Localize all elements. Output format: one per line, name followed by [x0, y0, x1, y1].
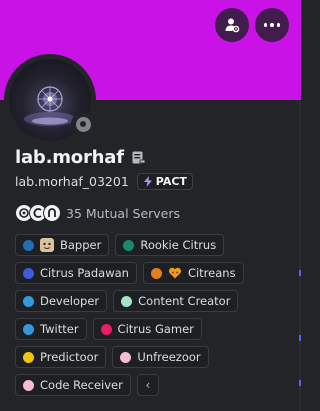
role-pill[interactable]: Predictoor [15, 346, 107, 368]
role-pill[interactable]: Developer [15, 290, 108, 312]
role-color-dot [23, 351, 34, 363]
role-label: Predictoor [40, 350, 99, 364]
role-color-dot [23, 239, 34, 251]
scroll-marker [299, 270, 301, 276]
role-label: Developer [40, 294, 100, 308]
role-pill[interactable]: Citrus Padawan [15, 262, 137, 284]
status-indicator [71, 112, 95, 136]
role-color-dot [23, 323, 34, 335]
face-emoji-icon [40, 238, 54, 252]
role-color-dot [100, 323, 112, 335]
server-tag[interactable]: PACT [136, 173, 193, 190]
role-pill[interactable]: Bapper [15, 234, 110, 256]
scroll-marker [299, 335, 301, 341]
more-options-button[interactable] [255, 8, 289, 42]
role-pill[interactable]: Code Receiver [15, 374, 131, 396]
mutual-server-icons [15, 204, 61, 222]
chevron-left-icon: ‹ [145, 378, 151, 392]
note-icon[interactable] [132, 151, 146, 164]
username[interactable]: lab.morhaf_03201 [15, 174, 129, 189]
server-tag-label: PACT [155, 175, 187, 188]
server-icon-3 [43, 204, 61, 222]
offline-status-icon [75, 116, 91, 132]
scrollbar-track[interactable] [299, 100, 301, 411]
role-color-dot [23, 295, 34, 307]
role-label: Twitter [40, 322, 79, 336]
user-settings-icon [225, 18, 240, 33]
role-label: Bapper [60, 238, 102, 252]
collapse-roles-button[interactable]: ‹ [136, 374, 159, 396]
name-row: lab.morhaf [15, 147, 146, 168]
role-color-dot [150, 267, 162, 279]
lightning-icon [143, 176, 152, 187]
role-pill[interactable]: Content Creator [113, 290, 239, 312]
role-color-dot [23, 379, 34, 391]
role-label: Content Creator [138, 294, 231, 308]
heart-emoji-icon [168, 267, 181, 279]
mutual-servers[interactable]: 35 Mutual Servers [15, 204, 180, 222]
role-pill[interactable]: Twitter [15, 318, 87, 340]
display-name: lab.morhaf [15, 147, 124, 168]
role-pill[interactable]: Unfreezoor [112, 346, 209, 368]
role-label: Code Receiver [40, 378, 123, 392]
role-label: Unfreezoor [137, 350, 201, 364]
mutual-servers-label: 35 Mutual Servers [66, 205, 181, 221]
role-pill[interactable]: Rookie Citrus [115, 234, 225, 256]
edit-profile-button[interactable] [215, 8, 249, 42]
role-pill[interactable]: Citrus Gamer [92, 318, 202, 340]
role-color-dot [123, 239, 135, 251]
role-label: Citrus Gamer [117, 322, 194, 336]
role-color-dot [23, 267, 34, 279]
username-row: lab.morhaf_03201 PACT [15, 173, 193, 190]
roles-list: Bapper Rookie Citrus Citrus Padawan Citr… [15, 234, 295, 396]
role-label: Citreans [187, 266, 236, 280]
role-color-dot [120, 351, 132, 363]
role-label: Citrus Padawan [40, 266, 129, 280]
more-dots-icon [263, 23, 281, 27]
role-label: Rookie Citrus [140, 238, 217, 252]
role-pill[interactable]: Citreans [142, 262, 244, 284]
scroll-marker [299, 380, 301, 386]
role-color-dot [121, 295, 133, 307]
